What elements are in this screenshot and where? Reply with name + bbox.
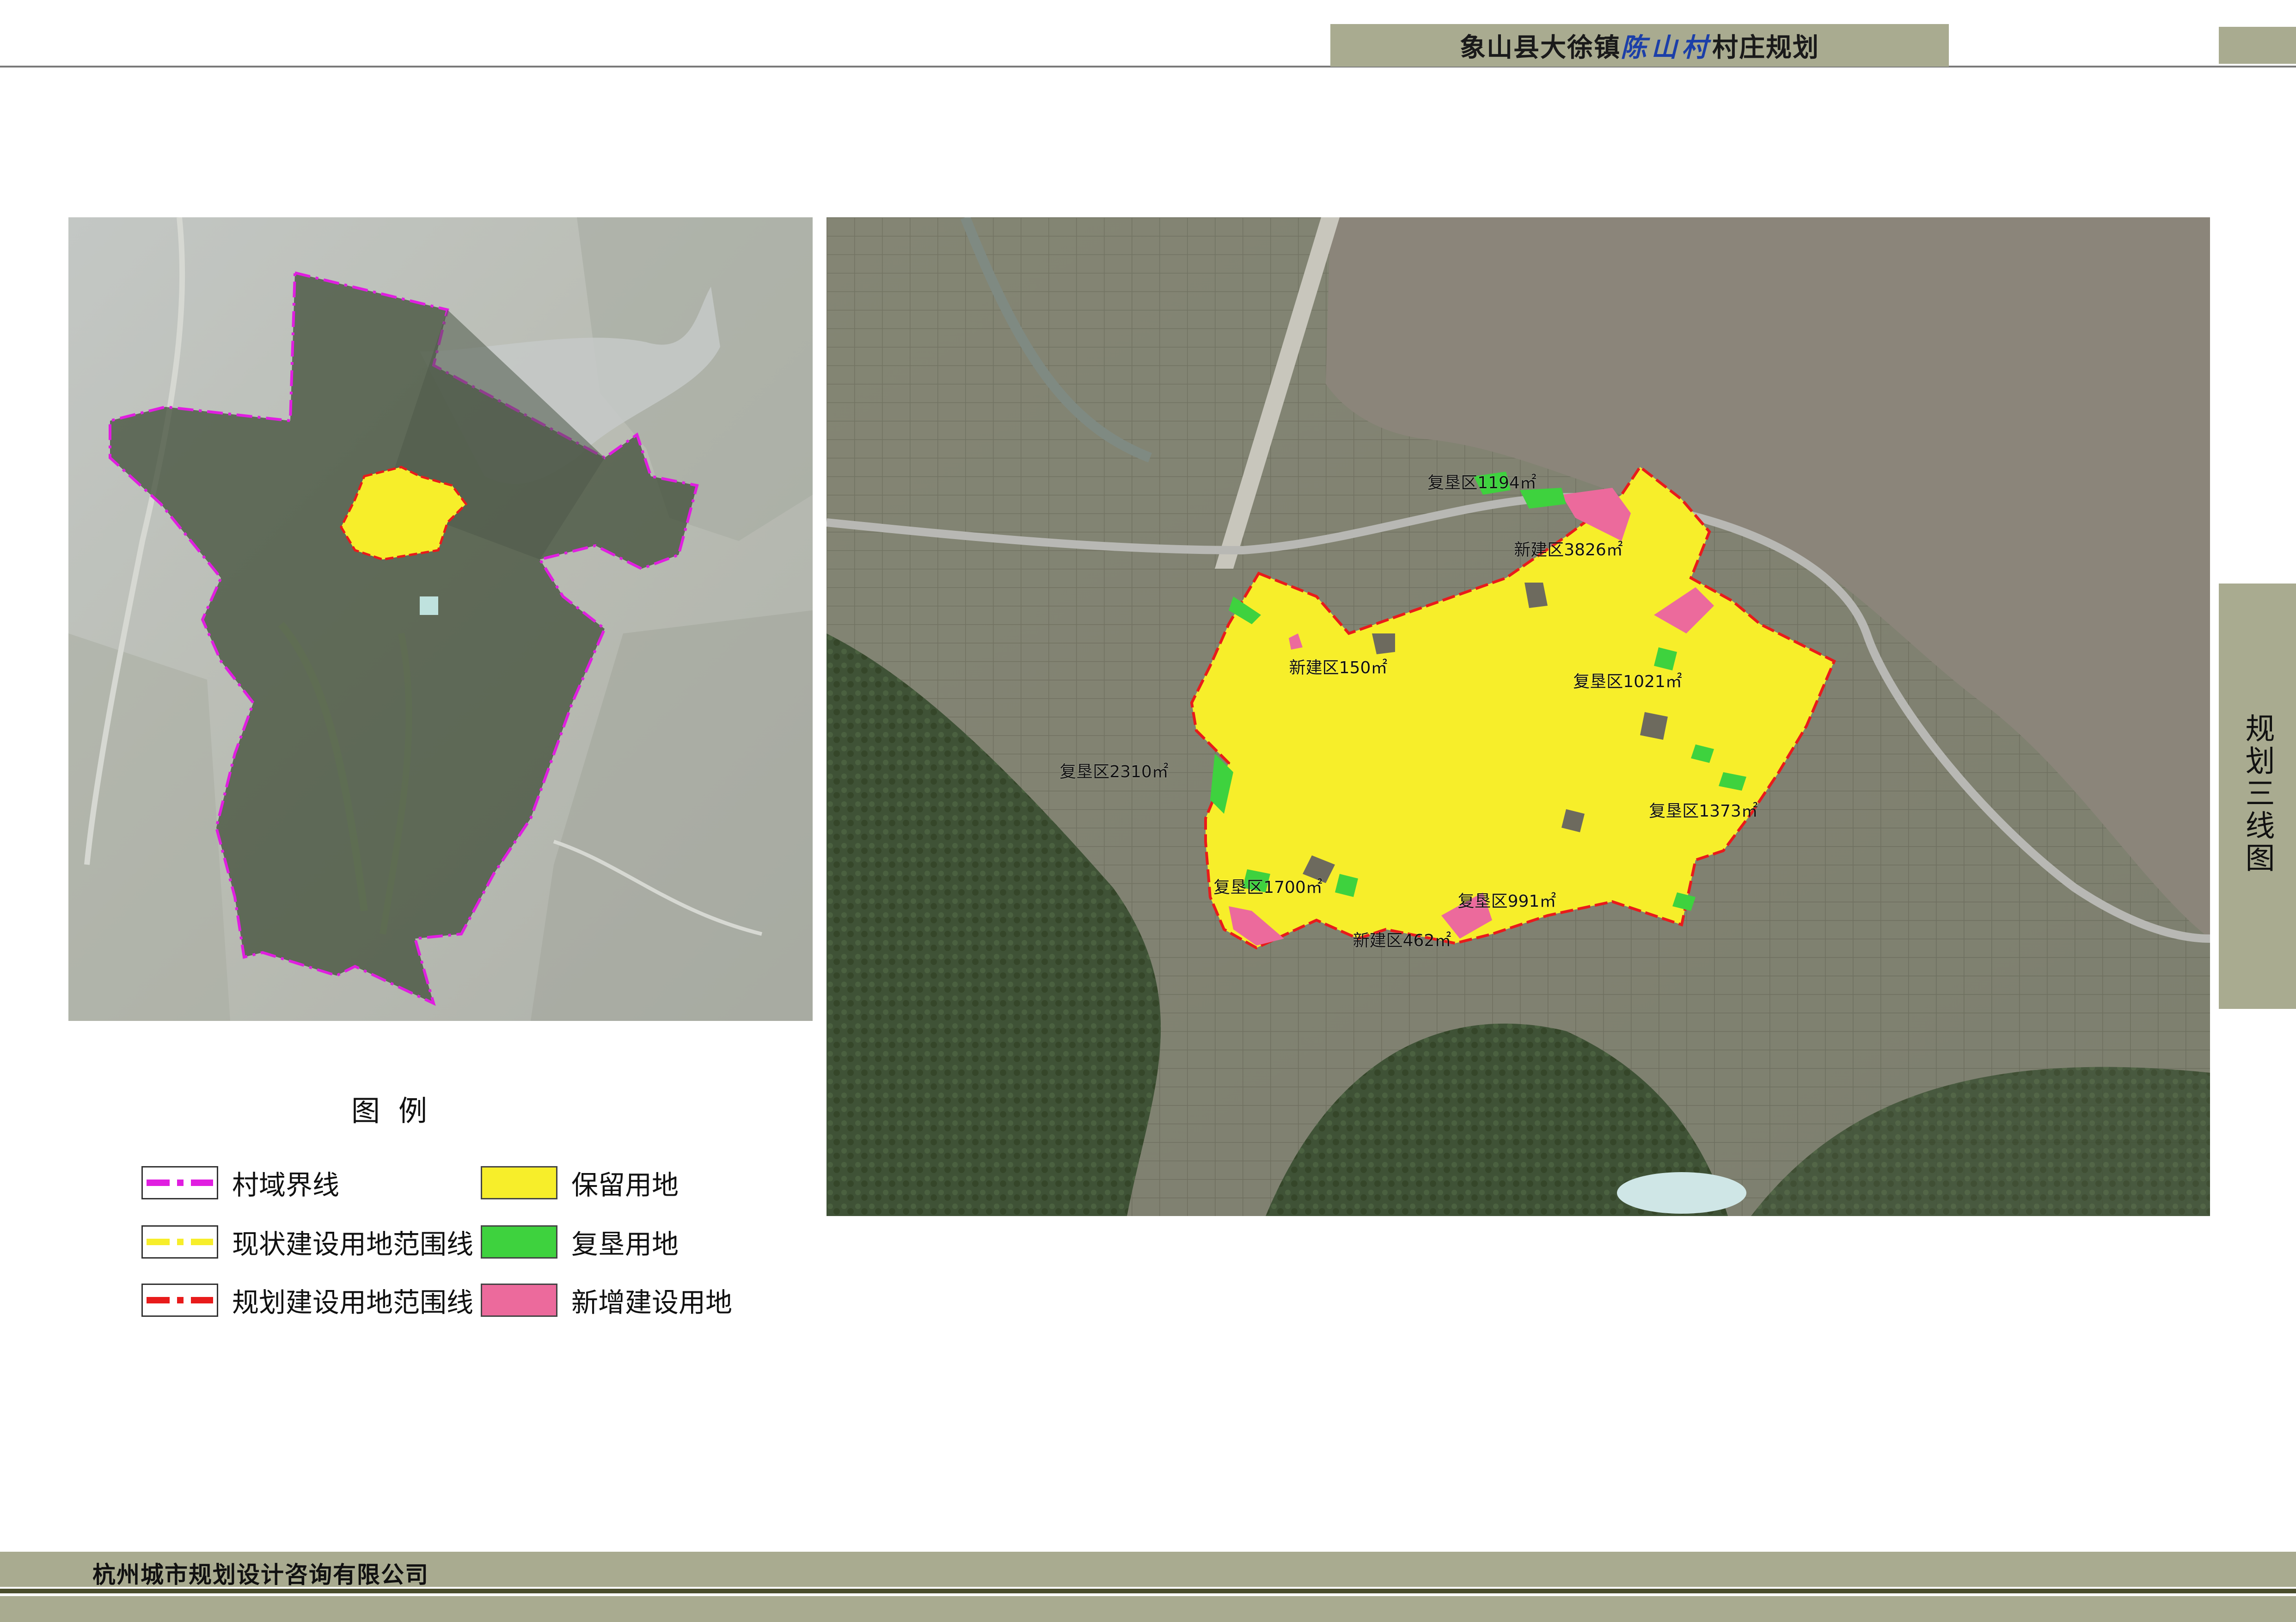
area-label: 复垦区1373㎡ xyxy=(1649,802,1758,821)
legend-swatch xyxy=(481,1225,557,1259)
legend-item-planned-boundary: 规划建设用地范围线 xyxy=(141,1281,473,1320)
footer-band xyxy=(0,1596,2296,1622)
side-tab: 规划三线图 xyxy=(2219,584,2296,1009)
area-label: 复垦区1194㎡ xyxy=(1427,473,1537,492)
overview-map xyxy=(68,217,813,1021)
page-title: 象山县大徐镇 陈山村 村庄规划 xyxy=(1330,24,1949,67)
area-label: 复垦区1700㎡ xyxy=(1213,878,1322,897)
detail-map: 复垦区1194㎡ 新建区3826㎡ 新建区150㎡ 复垦区1021㎡ 复垦区23… xyxy=(827,217,2210,1216)
legend-label: 村域界线 xyxy=(232,1169,340,1201)
legend-line xyxy=(147,1239,213,1245)
legend-label: 保留用地 xyxy=(571,1169,679,1201)
overview-pond xyxy=(420,596,438,615)
reservoir xyxy=(1617,1172,1746,1214)
side-tab-label: 规划三线图 xyxy=(2240,713,2275,875)
legend-item-reclamation-land: 复垦用地 xyxy=(481,1223,679,1261)
area-label: 新建区150㎡ xyxy=(1289,658,1388,677)
legend-swatch xyxy=(141,1284,218,1317)
legend-label: 新增建设用地 xyxy=(571,1287,733,1318)
legend-item-new-construction-land: 新增建设用地 xyxy=(481,1281,732,1320)
legend-item-existing-boundary: 现状建设用地范围线 xyxy=(141,1223,473,1261)
area-label: 新建区3826㎡ xyxy=(1514,541,1623,559)
area-label: 复垦区991㎡ xyxy=(1457,892,1556,911)
legend-item-village-boundary: 村域界线 xyxy=(141,1163,339,1202)
legend-line xyxy=(147,1297,213,1303)
legend-label: 复垦用地 xyxy=(571,1229,679,1260)
existing-building-hole xyxy=(1640,712,1668,740)
legend-swatch xyxy=(141,1166,218,1199)
legend-title: 图例 xyxy=(351,1094,446,1128)
title-prefix: 象山县大徐镇 xyxy=(1460,32,1621,63)
area-label: 新建区462㎡ xyxy=(1353,931,1451,950)
legend-item-retained-land: 保留用地 xyxy=(481,1163,679,1202)
area-label: 复垦区2310㎡ xyxy=(1059,762,1169,781)
header-rule xyxy=(0,66,2296,68)
legend-swatch xyxy=(481,1166,557,1199)
legend-swatch xyxy=(481,1284,557,1317)
title-village-name: 陈山村 xyxy=(1621,32,1712,63)
legend-swatch xyxy=(141,1225,218,1259)
legend-label: 规划建设用地范围线 xyxy=(232,1287,474,1318)
area-label: 复垦区1021㎡ xyxy=(1573,672,1682,691)
title-suffix: 村庄规划 xyxy=(1712,32,1819,63)
legend-line xyxy=(147,1180,213,1186)
company-name: 杭州城市规划设计咨询有限公司 xyxy=(92,1561,429,1588)
header-corner-block xyxy=(2219,27,2296,64)
legend-label: 现状建设用地范围线 xyxy=(232,1229,474,1260)
